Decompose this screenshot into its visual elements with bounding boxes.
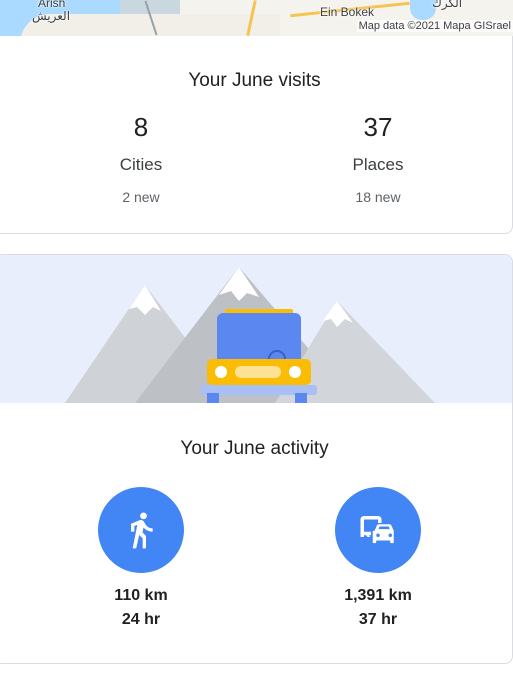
walking-time: 24 hr bbox=[121, 611, 161, 628]
walking-summary[interactable]: 110 km 24 hr bbox=[61, 487, 221, 629]
places-count: 37 bbox=[363, 112, 393, 142]
walking-icon-button[interactable] bbox=[98, 487, 184, 573]
cities-new: 2 new bbox=[122, 189, 160, 205]
driving-icon-button[interactable] bbox=[335, 487, 421, 573]
cities-label: Cities bbox=[119, 155, 163, 174]
driving-icon bbox=[360, 516, 394, 544]
walking-distance: 110 km bbox=[114, 587, 168, 604]
map-label-arish-ar: العريش bbox=[32, 9, 71, 23]
activity-illustration bbox=[0, 255, 512, 403]
activity-title: Your June activity bbox=[180, 438, 329, 459]
places-stat[interactable]: 37 Places 18 new bbox=[308, 112, 448, 205]
driving-distance: 1,391 km bbox=[344, 587, 412, 604]
map-label-karak: الكرك bbox=[432, 0, 463, 10]
map-attribution: Map data ©2021 Mapa GISrael bbox=[356, 20, 513, 32]
visits-card: Your June visits 8 Cities 2 new 37 Place… bbox=[0, 36, 513, 234]
map-preview[interactable]: Arish العريش Ein Bokek الكرك Map data ©2… bbox=[0, 0, 513, 36]
driving-summary[interactable]: 1,391 km 37 hr bbox=[298, 487, 458, 629]
driving-time: 37 hr bbox=[358, 611, 398, 628]
map-label-ein-bokek: Ein Bokek bbox=[320, 5, 375, 19]
cities-count: 8 bbox=[133, 112, 149, 142]
activity-card: Your June activity 110 km 24 hr 1,391 km… bbox=[0, 254, 513, 664]
mountains-car-illustration bbox=[65, 267, 435, 403]
places-label: Places bbox=[352, 155, 404, 174]
walking-icon bbox=[131, 512, 153, 549]
cities-stat[interactable]: 8 Cities 2 new bbox=[71, 112, 211, 205]
visits-title: Your June visits bbox=[188, 70, 321, 91]
places-new: 18 new bbox=[355, 189, 401, 205]
